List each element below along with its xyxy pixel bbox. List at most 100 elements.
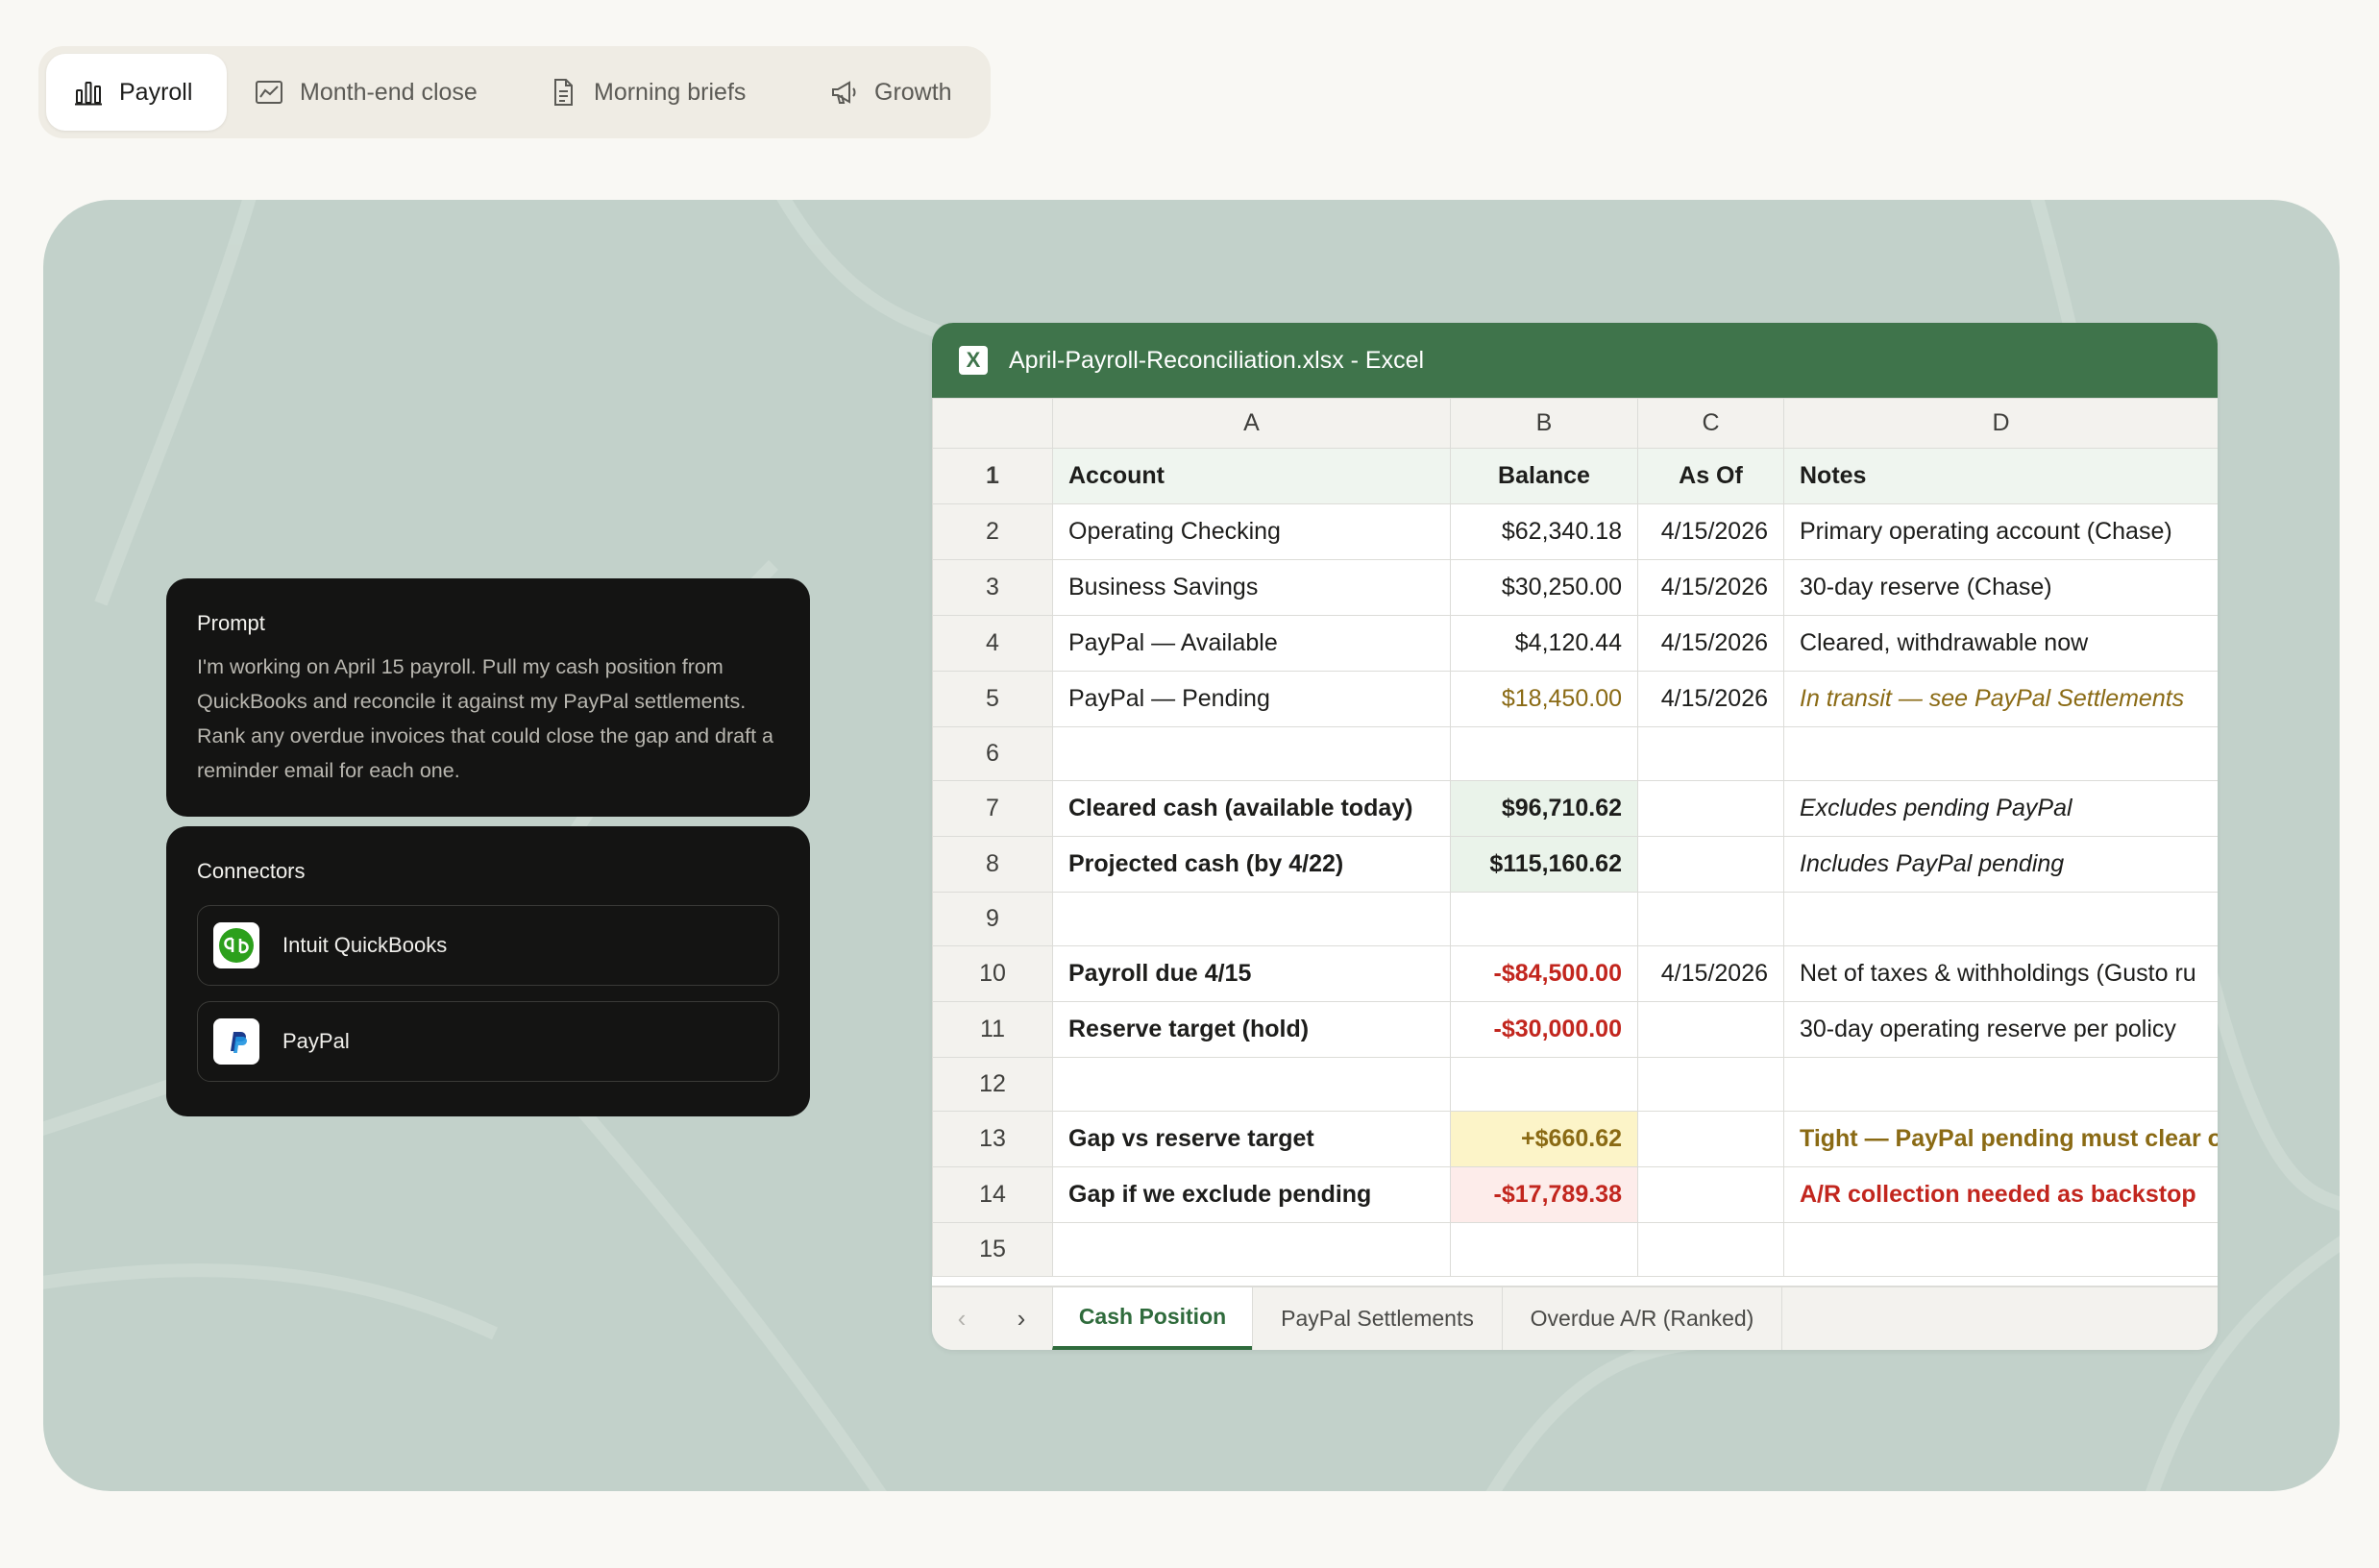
cell-a3[interactable]: Business Savings bbox=[1052, 559, 1451, 616]
cell-d9[interactable] bbox=[1783, 892, 2218, 946]
tab-morning-briefs[interactable]: Morning briefs bbox=[521, 54, 799, 131]
cell-b12[interactable] bbox=[1450, 1057, 1638, 1112]
sheet-prev-button[interactable]: ‹ bbox=[932, 1287, 992, 1350]
sheet-tab-overdue-ar[interactable]: Overdue A/R (Ranked) bbox=[1502, 1287, 1782, 1350]
cell-a12[interactable] bbox=[1052, 1057, 1451, 1112]
row-number[interactable]: 10 bbox=[932, 945, 1053, 1002]
tab-month-end-close[interactable]: Month-end close bbox=[227, 54, 515, 131]
row-number[interactable]: 1 bbox=[932, 448, 1053, 504]
cell-a4[interactable]: PayPal — Available bbox=[1052, 615, 1451, 672]
sheet-tab-paypal-settlements[interactable]: PayPal Settlements bbox=[1252, 1287, 1502, 1350]
paypal-logo-icon bbox=[213, 1018, 259, 1065]
cell-c7[interactable] bbox=[1637, 780, 1784, 837]
cell-c12[interactable] bbox=[1637, 1057, 1784, 1112]
row-number[interactable]: 5 bbox=[932, 671, 1053, 727]
row-number[interactable]: 12 bbox=[932, 1057, 1053, 1112]
cell-c6[interactable] bbox=[1637, 726, 1784, 781]
cell-c10[interactable]: 4/15/2026 bbox=[1637, 945, 1784, 1002]
cell-a8[interactable]: Projected cash (by 4/22) bbox=[1052, 836, 1451, 893]
row-number[interactable]: 11 bbox=[932, 1001, 1053, 1058]
cell-d6[interactable] bbox=[1783, 726, 2218, 781]
cell-b2[interactable]: $62,340.18 bbox=[1450, 503, 1638, 560]
cell-d10[interactable]: Net of taxes & withholdings (Gusto ru bbox=[1783, 945, 2218, 1002]
row-number[interactable]: 4 bbox=[932, 615, 1053, 672]
row-number[interactable]: 3 bbox=[932, 559, 1053, 616]
cell-b7[interactable]: $96,710.62 bbox=[1450, 780, 1638, 837]
row-number[interactable]: 6 bbox=[932, 726, 1053, 781]
cell-a11[interactable]: Reserve target (hold) bbox=[1052, 1001, 1451, 1058]
cell-b15[interactable] bbox=[1450, 1222, 1638, 1277]
connector-quickbooks[interactable]: Intuit QuickBooks bbox=[197, 905, 779, 986]
connector-paypal[interactable]: PayPal bbox=[197, 1001, 779, 1082]
cell-a9[interactable] bbox=[1052, 892, 1451, 946]
row-number[interactable]: 9 bbox=[932, 892, 1053, 946]
row-number[interactable]: 14 bbox=[932, 1166, 1053, 1223]
cell-c8[interactable] bbox=[1637, 836, 1784, 893]
cell-c3[interactable]: 4/15/2026 bbox=[1637, 559, 1784, 616]
table-row: 14 Gap if we exclude pending -$17,789.38… bbox=[932, 1166, 2218, 1223]
table-row: 2 Operating Checking $62,340.18 4/15/202… bbox=[932, 503, 2218, 560]
row-number[interactable]: 13 bbox=[932, 1111, 1053, 1167]
cell-d12[interactable] bbox=[1783, 1057, 2218, 1112]
column-header-d[interactable]: D bbox=[1783, 398, 2218, 449]
cell-b13[interactable]: +$660.62 bbox=[1450, 1111, 1638, 1167]
cell-b5[interactable]: $18,450.00 bbox=[1450, 671, 1638, 727]
column-header-c[interactable]: C bbox=[1637, 398, 1784, 449]
cell-b11[interactable]: -$30,000.00 bbox=[1450, 1001, 1638, 1058]
cell-a7[interactable]: Cleared cash (available today) bbox=[1052, 780, 1451, 837]
cell-a14[interactable]: Gap if we exclude pending bbox=[1052, 1166, 1451, 1223]
row-number[interactable]: 7 bbox=[932, 780, 1053, 837]
cell-d4[interactable]: Cleared, withdrawable now bbox=[1783, 615, 2218, 672]
cell-c14[interactable] bbox=[1637, 1166, 1784, 1223]
cell-b3[interactable]: $30,250.00 bbox=[1450, 559, 1638, 616]
cell-a13[interactable]: Gap vs reserve target bbox=[1052, 1111, 1451, 1167]
cell-c4[interactable]: 4/15/2026 bbox=[1637, 615, 1784, 672]
cell-d14[interactable]: A/R collection needed as backstop bbox=[1783, 1166, 2218, 1223]
cell-d1[interactable]: Notes bbox=[1783, 448, 2218, 504]
cell-d7[interactable]: Excludes pending PayPal bbox=[1783, 780, 2218, 837]
row-number[interactable]: 8 bbox=[932, 836, 1053, 893]
cell-b6[interactable] bbox=[1450, 726, 1638, 781]
cell-c9[interactable] bbox=[1637, 892, 1784, 946]
cell-b8[interactable]: $115,160.62 bbox=[1450, 836, 1638, 893]
table-row: 15 bbox=[932, 1222, 2218, 1277]
cell-c13[interactable] bbox=[1637, 1111, 1784, 1167]
table-row: 6 bbox=[932, 726, 2218, 781]
cell-a6[interactable] bbox=[1052, 726, 1451, 781]
select-all-corner[interactable] bbox=[932, 398, 1053, 449]
cell-d11[interactable]: 30-day operating reserve per policy bbox=[1783, 1001, 2218, 1058]
sheet-next-button[interactable]: › bbox=[992, 1287, 1051, 1350]
cell-c1[interactable]: As Of bbox=[1637, 448, 1784, 504]
row-number[interactable]: 15 bbox=[932, 1222, 1053, 1277]
column-header-a[interactable]: A bbox=[1052, 398, 1451, 449]
spreadsheet-grid: A B C D 1 Account Balance As Of Notes 2 … bbox=[932, 398, 2218, 1277]
cell-d3[interactable]: 30-day reserve (Chase) bbox=[1783, 559, 2218, 616]
cell-c11[interactable] bbox=[1637, 1001, 1784, 1058]
cell-b10[interactable]: -$84,500.00 bbox=[1450, 945, 1638, 1002]
cell-a10[interactable]: Payroll due 4/15 bbox=[1052, 945, 1451, 1002]
cell-d5[interactable]: In transit — see PayPal Settlements bbox=[1783, 671, 2218, 727]
cell-d15[interactable] bbox=[1783, 1222, 2218, 1277]
megaphone-icon bbox=[832, 81, 856, 104]
excel-app-icon: X bbox=[959, 346, 988, 375]
cell-b4[interactable]: $4,120.44 bbox=[1450, 615, 1638, 672]
cell-b1[interactable]: Balance bbox=[1450, 448, 1638, 504]
tab-payroll[interactable]: Payroll bbox=[46, 54, 227, 131]
cell-d2[interactable]: Primary operating account (Chase) bbox=[1783, 503, 2218, 560]
cell-b9[interactable] bbox=[1450, 892, 1638, 946]
tab-growth[interactable]: Growth bbox=[801, 54, 984, 131]
cell-c15[interactable] bbox=[1637, 1222, 1784, 1277]
cell-d8[interactable]: Includes PayPal pending bbox=[1783, 836, 2218, 893]
row-number[interactable]: 2 bbox=[932, 503, 1053, 560]
column-header-b[interactable]: B bbox=[1450, 398, 1638, 449]
cell-a1[interactable]: Account bbox=[1052, 448, 1451, 504]
cell-c2[interactable]: 4/15/2026 bbox=[1637, 503, 1784, 560]
cell-a5[interactable]: PayPal — Pending bbox=[1052, 671, 1451, 727]
sheet-tab-cash-position[interactable]: Cash Position bbox=[1052, 1287, 1252, 1350]
cell-a15[interactable] bbox=[1052, 1222, 1451, 1277]
connector-label: Intuit QuickBooks bbox=[282, 933, 448, 957]
cell-a2[interactable]: Operating Checking bbox=[1052, 503, 1451, 560]
cell-c5[interactable]: 4/15/2026 bbox=[1637, 671, 1784, 727]
cell-b14[interactable]: -$17,789.38 bbox=[1450, 1166, 1638, 1223]
cell-d13[interactable]: Tight — PayPal pending must clear o bbox=[1783, 1111, 2218, 1167]
